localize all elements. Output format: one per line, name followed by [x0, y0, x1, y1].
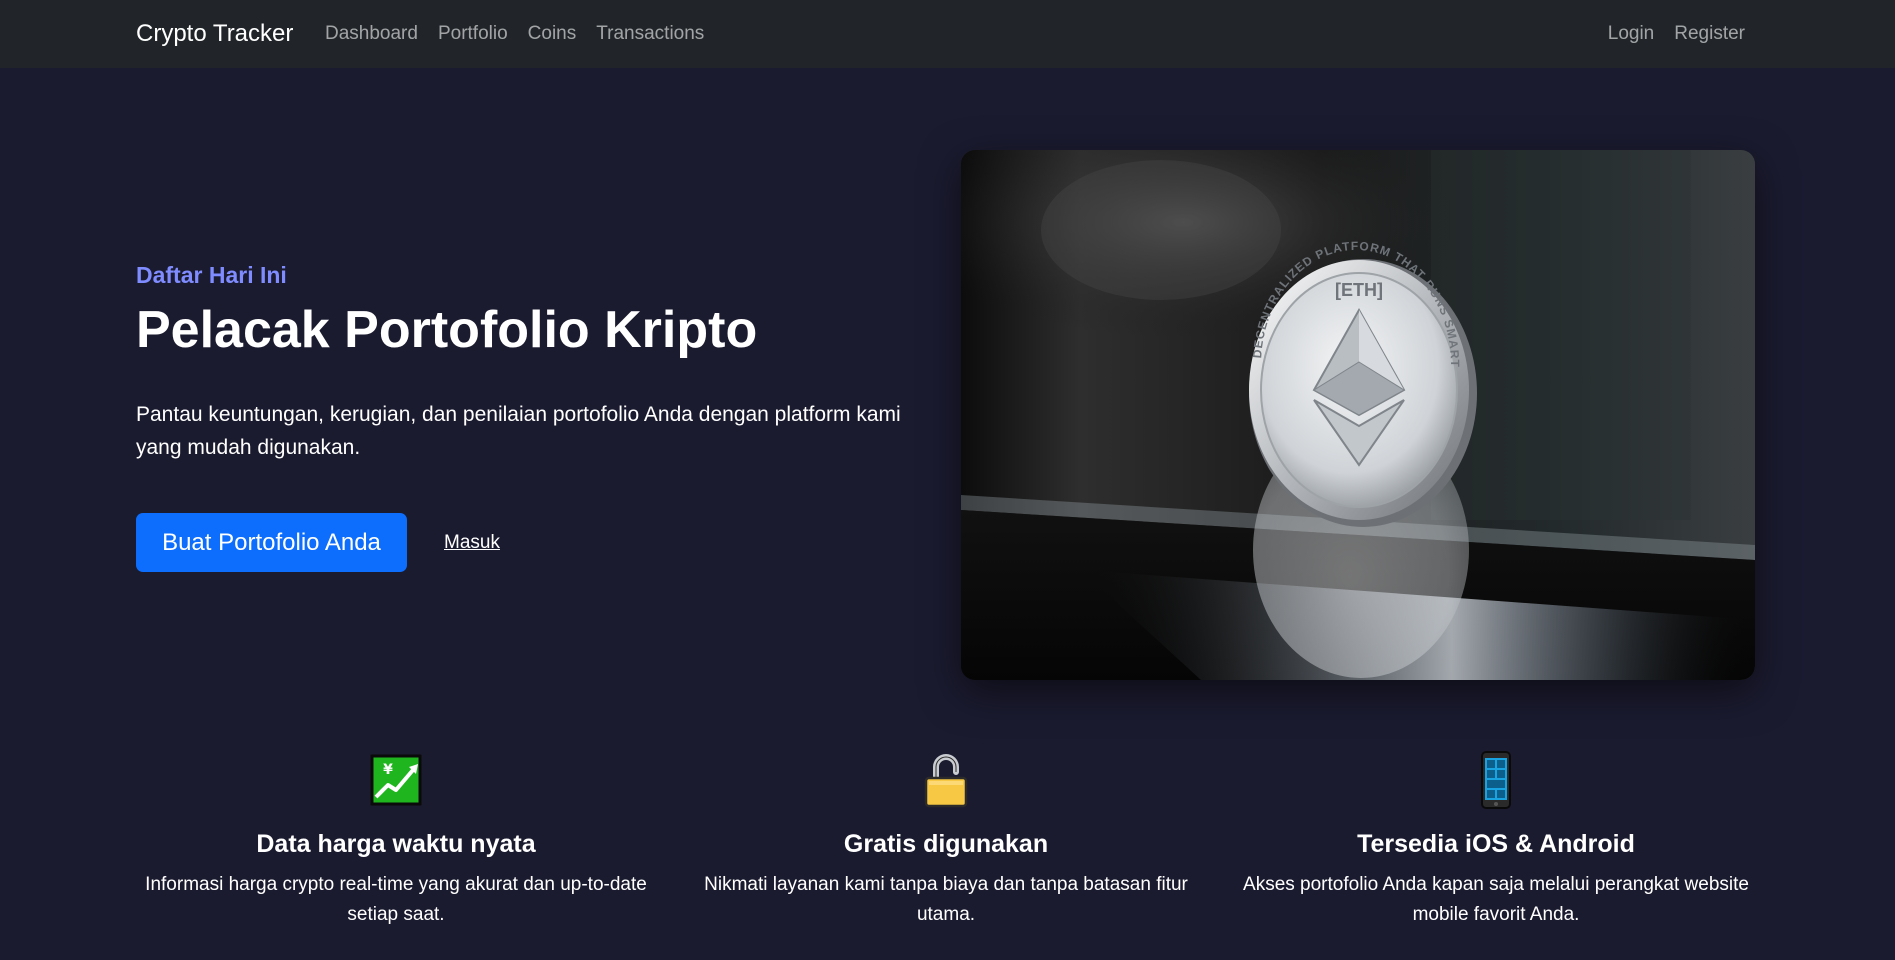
nav-link-coins[interactable]: Coins	[528, 22, 577, 46]
mobile-phone-icon	[1481, 751, 1511, 809]
coin-label: [ETH]	[1335, 280, 1383, 300]
feature-mobile: Tersedia iOS & Android Akses portofolio …	[1236, 750, 1756, 930]
nav-link-login[interactable]: Login	[1608, 22, 1655, 46]
login-link[interactable]: Masuk	[444, 531, 500, 555]
create-portfolio-button[interactable]: Buat Portofolio Anda	[136, 513, 407, 572]
feature-realtime: ¥ Data harga waktu nyata Informasi harga…	[136, 750, 656, 930]
main-nav: Dashboard Portfolio Coins Transactions	[325, 22, 704, 46]
auth-nav: Login Register	[1608, 22, 1745, 46]
feature-title: Data harga waktu nyata	[256, 830, 536, 858]
feature-text: Informasi harga crypto real-time yang ak…	[145, 874, 647, 925]
feature-title: Tersedia iOS & Android	[1357, 830, 1635, 858]
nav-link-transactions[interactable]: Transactions	[596, 22, 704, 46]
hero-lead: Pantau keuntungan, kerugian, dan penilai…	[136, 403, 901, 459]
hero-title: Pelacak Portofolio Kripto	[136, 301, 758, 359]
hero-eyebrow: Daftar Hari Ini	[136, 262, 287, 288]
feature-title: Gratis digunakan	[843, 830, 1049, 858]
navbar: Crypto Tracker Dashboard Portfolio Coins…	[0, 0, 1895, 68]
open-padlock-icon	[924, 754, 968, 808]
feature-text: Nikmati layanan kami tanpa biaya dan tan…	[704, 874, 1188, 925]
ethereum-coin-photo: [ETH] DECENTRALIZED PLATFORM THAT RUNS S…	[961, 150, 1755, 680]
svg-text:¥: ¥	[383, 762, 393, 778]
chart-increasing-with-yen-icon: ¥	[370, 754, 422, 806]
feature-text: Akses portofolio Anda kapan saja melalui…	[1243, 874, 1749, 925]
brand-link[interactable]: Crypto Tracker	[136, 19, 293, 49]
nav-link-portfolio[interactable]: Portfolio	[438, 22, 508, 46]
nav-link-dashboard[interactable]: Dashboard	[325, 22, 418, 46]
hero-image: [ETH] DECENTRALIZED PLATFORM THAT RUNS S…	[961, 150, 1755, 680]
nav-link-register[interactable]: Register	[1674, 22, 1745, 46]
feature-free: Gratis digunakan Nikmati layanan kami ta…	[686, 750, 1206, 930]
